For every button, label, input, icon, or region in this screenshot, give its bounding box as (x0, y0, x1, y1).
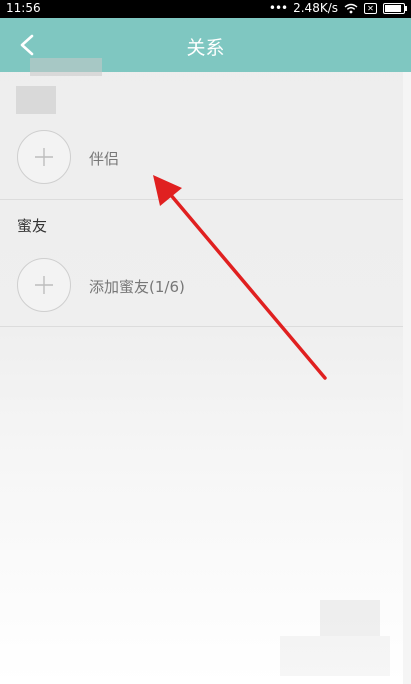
page-title: 关系 (186, 37, 225, 59)
plus-icon (35, 148, 53, 166)
plus-icon (35, 276, 53, 294)
battery-icon (383, 2, 407, 14)
add-friend-label: 添加蜜友(1/6) (89, 278, 185, 296)
red-arrow (153, 175, 327, 380)
status-icons: ••• 2.48K/s ✕ (268, 1, 407, 15)
add-partner-button[interactable] (17, 130, 71, 184)
scroll-edge (403, 72, 411, 684)
partner-row[interactable]: 伴侣 (0, 124, 403, 198)
network-speed: 2.48K/s (293, 1, 338, 15)
notification-dots: ••• (268, 1, 288, 15)
friends-section-header: 蜜友 (17, 217, 48, 235)
partner-label: 伴侣 (89, 150, 120, 168)
add-friend-button[interactable] (17, 258, 71, 312)
status-bar: 11:56 ••• 2.48K/s ✕ (0, 0, 411, 18)
mosaic-block (320, 600, 380, 636)
divider (0, 199, 403, 200)
status-time: 11:56 (6, 1, 41, 15)
sim-error-icon: ✕ (364, 2, 377, 14)
wifi-icon (344, 3, 358, 13)
mosaic-block (30, 58, 102, 76)
add-friend-row[interactable]: 添加蜜友(1/6) (0, 250, 403, 324)
divider (0, 326, 403, 327)
mosaic-block (280, 636, 390, 676)
mosaic-block (16, 86, 56, 114)
